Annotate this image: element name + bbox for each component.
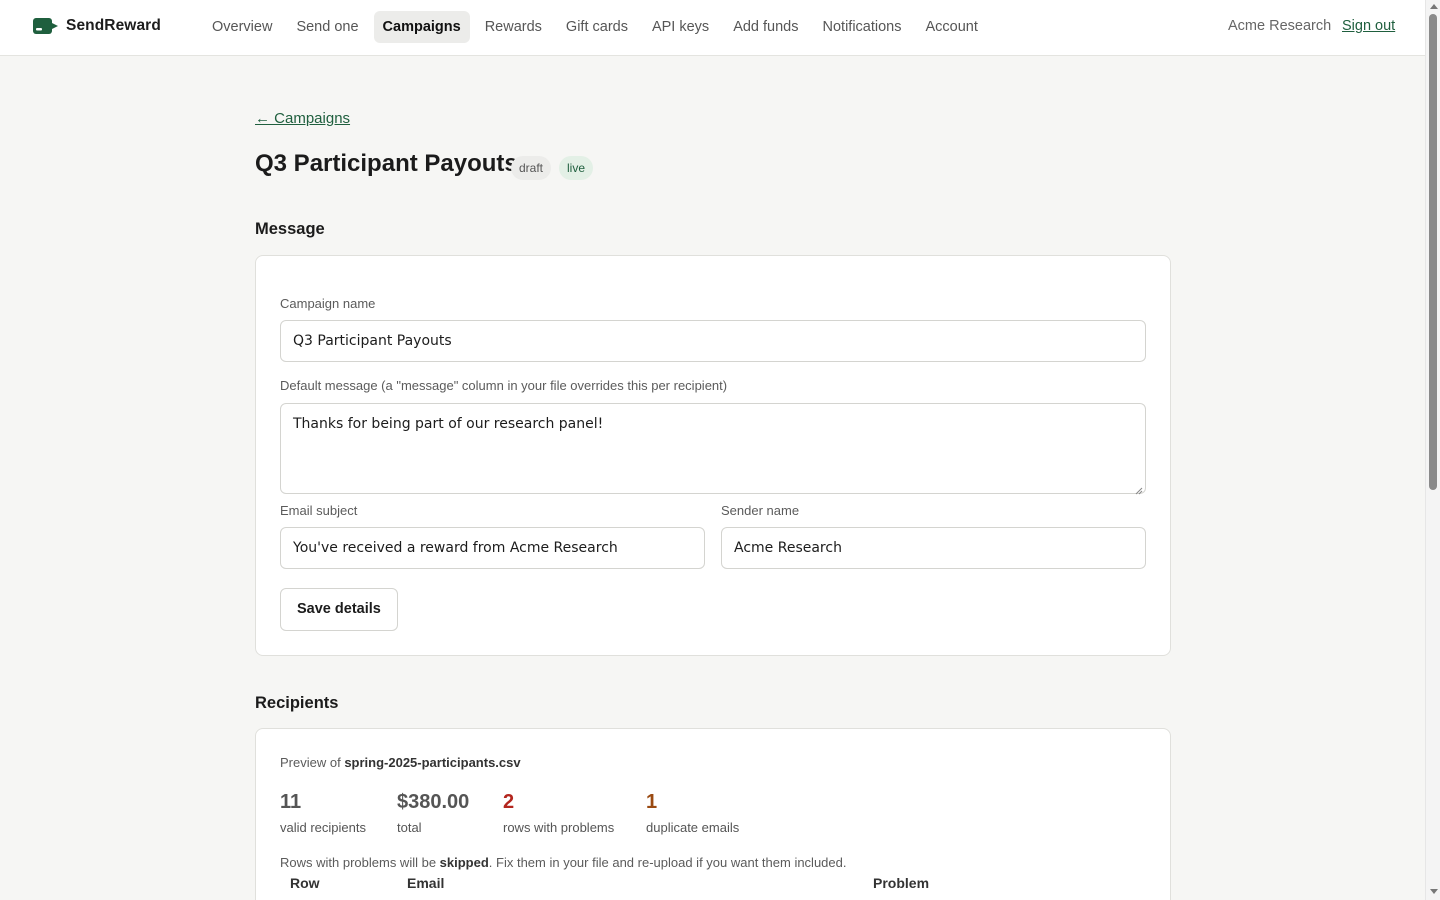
default-message-textarea[interactable]: Thanks for being part of our research pa… [280, 403, 1146, 495]
sender-name-label: Sender name [721, 503, 800, 518]
message-section-title: Message [255, 220, 325, 238]
scroll-up-arrow-icon[interactable] [1430, 4, 1438, 9]
recipients-card: Preview of spring-2025-participants.csv … [255, 728, 1171, 900]
table-header-problem: Problem [873, 875, 930, 891]
recipients-section-title: Recipients [255, 694, 339, 712]
brand[interactable]: SendReward [33, 17, 161, 35]
page-title: Q3 Participant Payouts [255, 150, 518, 177]
sender-name-input[interactable]: Acme Research [721, 527, 1146, 569]
campaign-name-input[interactable]: Q3 Participant Payouts [280, 320, 1146, 362]
email-subject-input[interactable]: You've received a reward from Acme Resea… [280, 527, 705, 569]
nav-item-overview[interactable]: Overview [203, 11, 281, 43]
page-scrollbar[interactable] [1425, 0, 1440, 900]
skipped-rows-note: Rows with problems will be skipped. Fix … [280, 855, 846, 870]
nav-item-gift-cards[interactable]: Gift cards [557, 11, 637, 43]
nav-item-campaigns[interactable]: Campaigns [373, 11, 470, 43]
sign-out-link[interactable]: Sign out [1342, 18, 1395, 34]
stat-label: duplicate emails [646, 820, 740, 835]
note-bold: skipped [439, 855, 489, 870]
stat-label: total [397, 820, 422, 835]
stat-value: $380.00 [397, 791, 470, 813]
nav-item-send-one[interactable]: Send one [287, 11, 367, 43]
save-details-button[interactable]: Save details [280, 588, 398, 631]
default-message-value: Thanks for being part of our research pa… [293, 416, 604, 432]
nav-item-account[interactable]: Account [916, 11, 986, 43]
stat-label: valid recipients [280, 820, 366, 835]
top-nav-bar: SendReward Overview Send one Campaigns R… [0, 0, 1425, 56]
stat-valid-recipients: 11 valid recipients [280, 791, 366, 835]
stat-label: rows with problems [503, 820, 615, 835]
message-card: Campaign name Q3 Participant Payouts Def… [255, 255, 1171, 656]
campaign-name-label: Campaign name [280, 296, 376, 311]
scrollbar-thumb[interactable] [1429, 14, 1437, 490]
table-header-row: Row [290, 875, 320, 891]
preview-prefix: Preview of [280, 755, 345, 770]
stat-value: 2 [503, 791, 515, 813]
nav-item-api-keys[interactable]: API keys [643, 11, 718, 43]
preview-line: Preview of spring-2025-participants.csv [280, 755, 521, 770]
default-message-label: Default message (a "message" column in y… [280, 378, 728, 393]
file-name: spring-2025-participants.csv [344, 755, 521, 770]
nav-item-rewards[interactable]: Rewards [476, 11, 551, 43]
email-subject-label: Email subject [280, 503, 358, 518]
stat-rows-with-problems: 2 rows with problems [503, 791, 614, 835]
nav-item-add-funds[interactable]: Add funds [724, 11, 807, 43]
table-header-email: Email [407, 875, 445, 891]
nav-item-notifications[interactable]: Notifications [814, 11, 911, 43]
back-to-campaigns-link[interactable]: ← Campaigns [255, 110, 350, 127]
brand-name: SendReward [66, 17, 161, 34]
stat-total: $380.00 total [397, 791, 469, 835]
note-suffix: . Fix them in your file and re-upload if… [488, 855, 847, 870]
org-name: Acme Research [1228, 18, 1332, 34]
status-badge-draft: draft [511, 156, 552, 180]
main-nav: Overview Send one Campaigns Rewards Gift… [203, 11, 993, 43]
note-prefix: Rows with problems will be [280, 855, 440, 870]
stat-value: 1 [646, 791, 658, 813]
scroll-down-arrow-icon[interactable] [1430, 889, 1438, 894]
send-reward-logo-icon [33, 17, 59, 35]
status-badge-live: live [559, 156, 594, 180]
resize-grip-icon[interactable] [1135, 483, 1143, 495]
stat-value: 11 [280, 791, 302, 813]
stat-duplicate-emails: 1 duplicate emails [646, 791, 739, 835]
